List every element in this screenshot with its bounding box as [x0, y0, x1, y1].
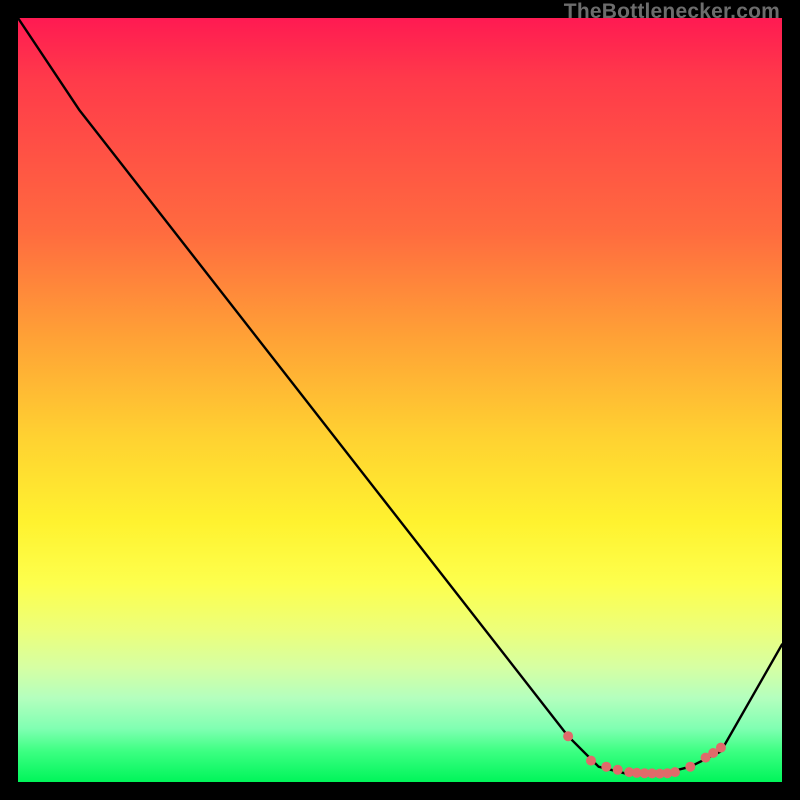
- marker-dot: [716, 743, 726, 753]
- bottleneck-curve-svg: [18, 18, 782, 782]
- marker-dot: [586, 756, 596, 766]
- marker-dot: [685, 762, 695, 772]
- bottleneck-curve-path: [18, 18, 782, 774]
- marker-dot: [601, 762, 611, 772]
- marker-dot: [670, 767, 680, 777]
- marker-dot: [563, 731, 573, 741]
- chart-container: TheBottlenecker.com: [0, 0, 800, 800]
- gradient-plot-area: [18, 18, 782, 782]
- marker-dot: [613, 765, 623, 775]
